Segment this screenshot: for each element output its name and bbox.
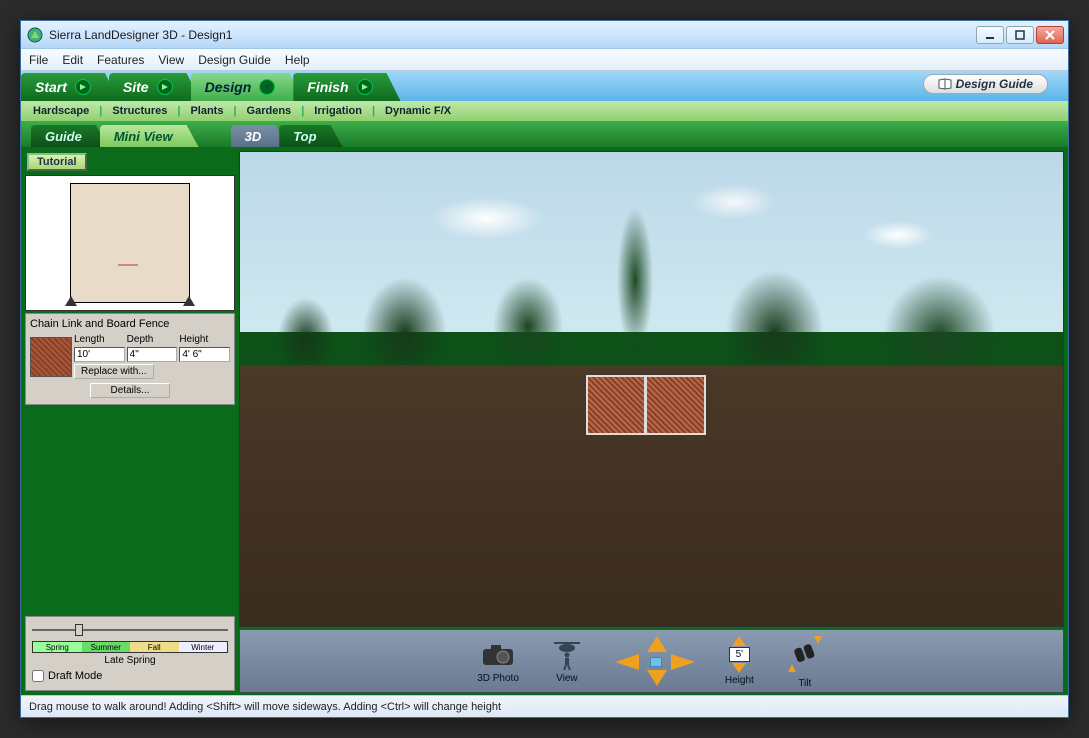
properties-panel: Chain Link and Board Fence Length Depth …: [25, 313, 235, 405]
tab-site[interactable]: Site: [109, 73, 201, 101]
corner-marker-icon: [183, 296, 195, 308]
subtab-structures[interactable]: Structures: [112, 105, 167, 117]
status-text: Drag mouse to walk around! Adding <Shift…: [29, 701, 501, 713]
replace-with-button[interactable]: Replace with...: [74, 364, 154, 379]
person-icon: [562, 652, 572, 670]
corner-marker-icon: [65, 296, 77, 308]
season-legend: Spring Summer Fall Winter: [32, 641, 228, 653]
tool-3d-photo[interactable]: 3D Photo: [477, 639, 519, 684]
helicopter-icon: [552, 640, 582, 652]
tutorial-button[interactable]: Tutorial: [27, 153, 87, 171]
view-tabs: Guide Mini View 3D Top: [21, 121, 1068, 147]
season-slider[interactable]: [32, 623, 228, 637]
binoculars-icon: [784, 634, 826, 676]
arrow-up-icon[interactable]: [647, 636, 667, 652]
details-button[interactable]: Details...: [90, 383, 171, 398]
height-value[interactable]: 5': [729, 647, 750, 662]
tool-height: 5' Height: [725, 636, 754, 686]
chevron-down-icon: [259, 79, 275, 95]
subtab-plants[interactable]: Plants: [190, 105, 223, 117]
app-window: Sierra LandDesigner 3D - Design1 File Ed…: [20, 20, 1069, 718]
play-icon: [157, 79, 173, 95]
lot-preview: [70, 183, 190, 303]
slider-thumb[interactable]: [75, 624, 83, 636]
tool-view[interactable]: View: [549, 639, 585, 684]
height-down-icon[interactable]: [732, 663, 746, 673]
height-input[interactable]: [179, 347, 230, 362]
toolbar-3d: 3D Photo View: [239, 629, 1064, 693]
titlebar[interactable]: Sierra LandDesigner 3D - Design1: [21, 21, 1068, 49]
menu-edit[interactable]: Edit: [62, 53, 83, 67]
minimize-button[interactable]: [976, 26, 1004, 44]
viewport-column: 3D Photo View: [239, 147, 1068, 695]
season-value-label: Late Spring: [32, 655, 228, 666]
material-swatch[interactable]: [30, 337, 72, 377]
draft-mode-label: Draft Mode: [48, 670, 102, 682]
tab-start[interactable]: Start: [21, 73, 119, 101]
arrow-left-icon[interactable]: [615, 654, 639, 670]
draft-mode-checkbox[interactable]: [32, 670, 44, 682]
main-area: Tutorial Chain Link and Board Fence Leng…: [21, 147, 1068, 695]
tab-finish[interactable]: Finish: [293, 73, 400, 101]
length-input[interactable]: [74, 347, 125, 362]
sidebar: Tutorial Chain Link and Board Fence Leng…: [21, 147, 239, 695]
tab-design[interactable]: Design: [191, 73, 304, 101]
arrow-down-icon[interactable]: [647, 670, 667, 686]
season-spring: Spring: [33, 642, 82, 652]
arrow-right-icon[interactable]: [671, 654, 695, 670]
menu-design-guide[interactable]: Design Guide: [198, 53, 271, 67]
window-title: Sierra LandDesigner 3D - Design1: [49, 28, 232, 42]
length-header: Length: [74, 334, 125, 345]
workflow-tabs: Start Site Design Finish Design Guide: [21, 71, 1068, 101]
menu-help[interactable]: Help: [285, 53, 310, 67]
season-winter: Winter: [179, 642, 228, 652]
menu-view[interactable]: View: [158, 53, 184, 67]
camera-icon: [481, 643, 515, 667]
season-panel: Spring Summer Fall Winter Late Spring Dr…: [25, 616, 235, 691]
subtab-dynamicfx[interactable]: Dynamic F/X: [385, 105, 451, 117]
category-tabs: Hardscape| Structures| Plants| Gardens| …: [21, 101, 1068, 121]
menu-file[interactable]: File: [29, 53, 48, 67]
background-trees: [240, 152, 1063, 365]
tool-tilt[interactable]: Tilt: [784, 634, 826, 689]
viewport-3d[interactable]: [239, 151, 1064, 627]
object-name-label: Chain Link and Board Fence: [30, 316, 230, 334]
status-bar: Drag mouse to walk around! Adding <Shift…: [21, 695, 1068, 717]
depth-input[interactable]: [127, 347, 178, 362]
design-guide-button[interactable]: Design Guide: [923, 74, 1048, 94]
subtab-gardens[interactable]: Gardens: [247, 105, 292, 117]
close-button[interactable]: [1036, 26, 1064, 44]
app-icon: [27, 27, 43, 43]
subtab-hardscape[interactable]: Hardscape: [33, 105, 89, 117]
depth-header: Depth: [127, 334, 178, 345]
subtab-irrigation[interactable]: Irrigation: [314, 105, 362, 117]
maximize-button[interactable]: [1006, 26, 1034, 44]
height-up-icon[interactable]: [732, 636, 746, 646]
tool-navigate-arrows[interactable]: [615, 636, 695, 686]
season-summer: Summer: [82, 642, 131, 652]
viewtab-3d[interactable]: 3D: [231, 125, 288, 147]
book-icon: [938, 78, 952, 90]
fence-object[interactable]: [586, 375, 706, 435]
miniview-panel[interactable]: [25, 175, 235, 311]
viewtab-top[interactable]: Top: [279, 125, 342, 147]
menu-features[interactable]: Features: [97, 53, 144, 67]
menubar: File Edit Features View Design Guide Hel…: [21, 49, 1068, 71]
viewtab-guide[interactable]: Guide: [31, 125, 108, 147]
viewtab-miniview[interactable]: Mini View: [100, 125, 199, 147]
height-header: Height: [179, 334, 230, 345]
season-fall: Fall: [130, 642, 179, 652]
play-icon: [75, 79, 91, 95]
play-icon: [357, 79, 373, 95]
nav-center[interactable]: [650, 657, 662, 667]
